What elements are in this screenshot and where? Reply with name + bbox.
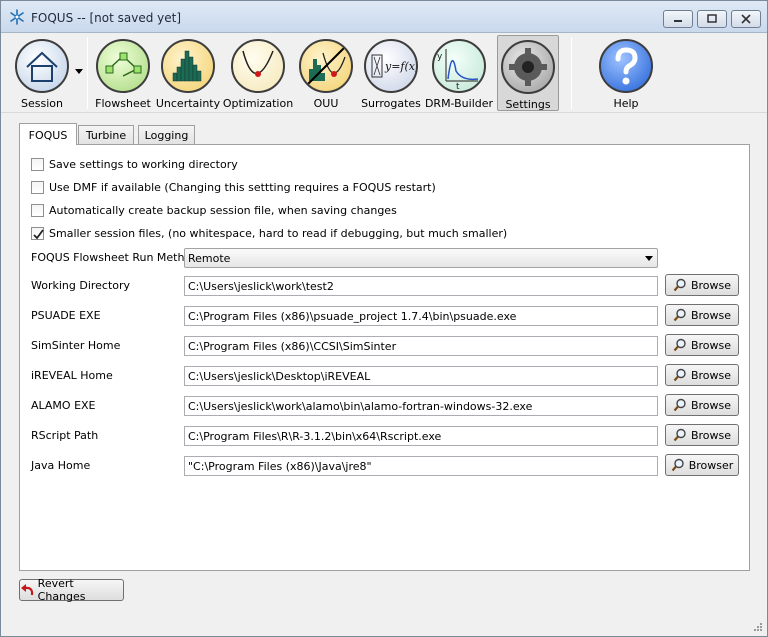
browse-ireveal-home-button[interactable]: Browse	[665, 364, 739, 386]
magnifier-icon	[673, 338, 686, 352]
toolbar-optimization[interactable]: Optimization	[223, 35, 293, 111]
browse-label: Browse	[690, 278, 732, 292]
java-home-input[interactable]: "C:\Program Files (x86)\Java\jre8"	[184, 456, 658, 476]
simsinter-home-input[interactable]: C:\Program Files (x86)\CCSI\SimSinter	[184, 336, 658, 356]
window-title: FOQUS -- [not saved yet]	[31, 11, 182, 25]
maximize-button[interactable]	[697, 10, 727, 28]
svg-text:t: t	[456, 82, 460, 91]
browse-label: Browse	[690, 398, 732, 412]
alamo-exe-input[interactable]: C:\Users\jeslick\work\alamo\bin\alamo-fo…	[184, 396, 658, 416]
working-directory-label: Working Directory	[31, 279, 131, 292]
home-icon	[15, 39, 69, 93]
simsinter-home-label: SimSinter Home	[31, 339, 121, 352]
svg-text:y: y	[437, 52, 443, 62]
toolbar-ouu[interactable]: OUU	[297, 35, 355, 111]
browse-alamo-exe-button[interactable]: Browse	[665, 394, 739, 416]
run-method-value: Remote	[188, 252, 231, 265]
toolbar-label: Help	[613, 97, 639, 110]
toolbar-surrogates[interactable]: y=f(x) Surrogates	[361, 35, 421, 111]
minimize-button[interactable]	[663, 10, 693, 28]
checkbox[interactable]	[31, 180, 44, 194]
checkbox-use-dmf[interactable]: Use DMF if available (Changing this sett…	[31, 179, 436, 195]
checkbox-label: Automatically create backup session file…	[49, 203, 397, 217]
run-method-label: FOQUS Flowsheet Run Method	[31, 251, 199, 264]
chevron-down-icon[interactable]	[75, 69, 83, 75]
checkbox-label: Smaller session files, (no whitespace, h…	[49, 226, 508, 240]
title-bar: FOQUS -- [not saved yet]	[1, 1, 767, 33]
browse-psuade-exe-button[interactable]: Browse	[665, 304, 739, 326]
ireveal-home-label: iREVEAL Home	[31, 369, 113, 382]
toolbar-flowsheet[interactable]: Flowsheet	[95, 35, 151, 111]
magnifier-icon	[673, 428, 686, 442]
java-home-label: Java Home	[31, 459, 91, 472]
toolbar-label: Session	[21, 97, 63, 110]
checkbox[interactable]	[31, 157, 44, 171]
toolbar-help[interactable]: Help	[597, 35, 655, 111]
ouu-icon	[299, 39, 353, 93]
gear-icon	[501, 40, 555, 94]
svg-text:y=f(x): y=f(x)	[384, 60, 416, 73]
flowsheet-icon	[96, 39, 150, 93]
foqus-logo-icon	[10, 9, 24, 25]
run-method-select[interactable]: Remote	[184, 248, 658, 268]
toolbar-label: Settings	[505, 98, 551, 111]
browse-label: Browse	[690, 308, 732, 322]
close-button[interactable]	[731, 10, 761, 28]
chevron-down-icon	[645, 256, 653, 261]
browse-rscript-path-button[interactable]: Browse	[665, 424, 739, 446]
magnifier-icon	[673, 278, 686, 292]
toolbar-label: DRM-Builder	[424, 97, 494, 110]
foqus-settings-panel: Save settings to working directory Use D…	[19, 144, 750, 571]
undo-arrow-icon	[21, 584, 34, 596]
checkbox[interactable]	[31, 203, 44, 217]
surrogates-icon: y=f(x)	[364, 39, 418, 93]
toolbar-session[interactable]: Session	[11, 35, 73, 111]
checkbox-auto-backup[interactable]: Automatically create backup session file…	[31, 202, 397, 218]
magnifier-icon	[673, 368, 686, 382]
main-toolbar: Session Flowsheet Uncertainty Optimizati…	[1, 33, 767, 113]
ireveal-home-input[interactable]: C:\Users\jeslick\Desktop\iREVEAL	[184, 366, 658, 386]
histogram-icon	[161, 39, 215, 93]
working-directory-input[interactable]: C:\Users\jeslick\work\test2	[184, 276, 658, 296]
tab-turbine[interactable]: Turbine	[78, 125, 134, 146]
app-window: FOQUS -- [not saved yet] Session Flowshe…	[0, 0, 768, 637]
toolbar-label: Surrogates	[361, 97, 421, 110]
rscript-path-input[interactable]: C:\Program Files\R\R-3.1.2\bin\x64\Rscri…	[184, 426, 658, 446]
revert-changes-label: Revert Changes	[37, 577, 86, 603]
tab-foqus[interactable]: FOQUS	[19, 123, 77, 145]
psuade-exe-label: PSUADE EXE	[31, 309, 101, 322]
toolbar-label: Optimization	[222, 97, 294, 110]
magnifier-icon	[673, 308, 686, 322]
rscript-path-label: RScript Path	[31, 429, 99, 442]
toolbar-separator	[571, 37, 572, 109]
checkbox-label: Save settings to working directory	[49, 157, 238, 171]
alamo-exe-label: ALAMO EXE	[31, 399, 96, 412]
toolbar-label: Uncertainty	[155, 97, 221, 110]
toolbar-settings[interactable]: Settings	[497, 35, 559, 111]
checkbox-smaller-session[interactable]: Smaller session files, (no whitespace, h…	[31, 225, 507, 241]
resize-grip-icon[interactable]	[753, 622, 763, 632]
browse-label: Browser	[688, 458, 734, 472]
question-icon	[599, 39, 653, 93]
tab-logging[interactable]: Logging	[138, 125, 195, 146]
toolbar-drm-builder[interactable]: yt DRM-Builder	[425, 35, 493, 111]
magnifier-icon	[671, 458, 684, 472]
checkbox-checked[interactable]	[31, 226, 44, 240]
checkbox-label: Use DMF if available (Changing this sett…	[49, 180, 436, 194]
browse-java-home-button[interactable]: Browser	[665, 454, 739, 476]
browse-label: Browse	[690, 338, 732, 352]
checkmark-icon	[33, 228, 44, 239]
checkbox-save-settings[interactable]: Save settings to working directory	[31, 156, 238, 172]
psuade-exe-input[interactable]: C:\Program Files (x86)\psuade_project 1.…	[184, 306, 658, 326]
magnifier-icon	[673, 398, 686, 412]
browse-working-directory-button[interactable]: Browse	[665, 274, 739, 296]
revert-changes-button[interactable]: Revert Changes	[19, 577, 124, 603]
browse-label: Browse	[690, 428, 732, 442]
toolbar-uncertainty[interactable]: Uncertainty	[156, 35, 220, 111]
drm-builder-icon: yt	[432, 39, 486, 93]
browse-simsinter-home-button[interactable]: Browse	[665, 334, 739, 356]
browse-label: Browse	[690, 368, 732, 382]
optimization-curve-icon	[231, 39, 285, 93]
